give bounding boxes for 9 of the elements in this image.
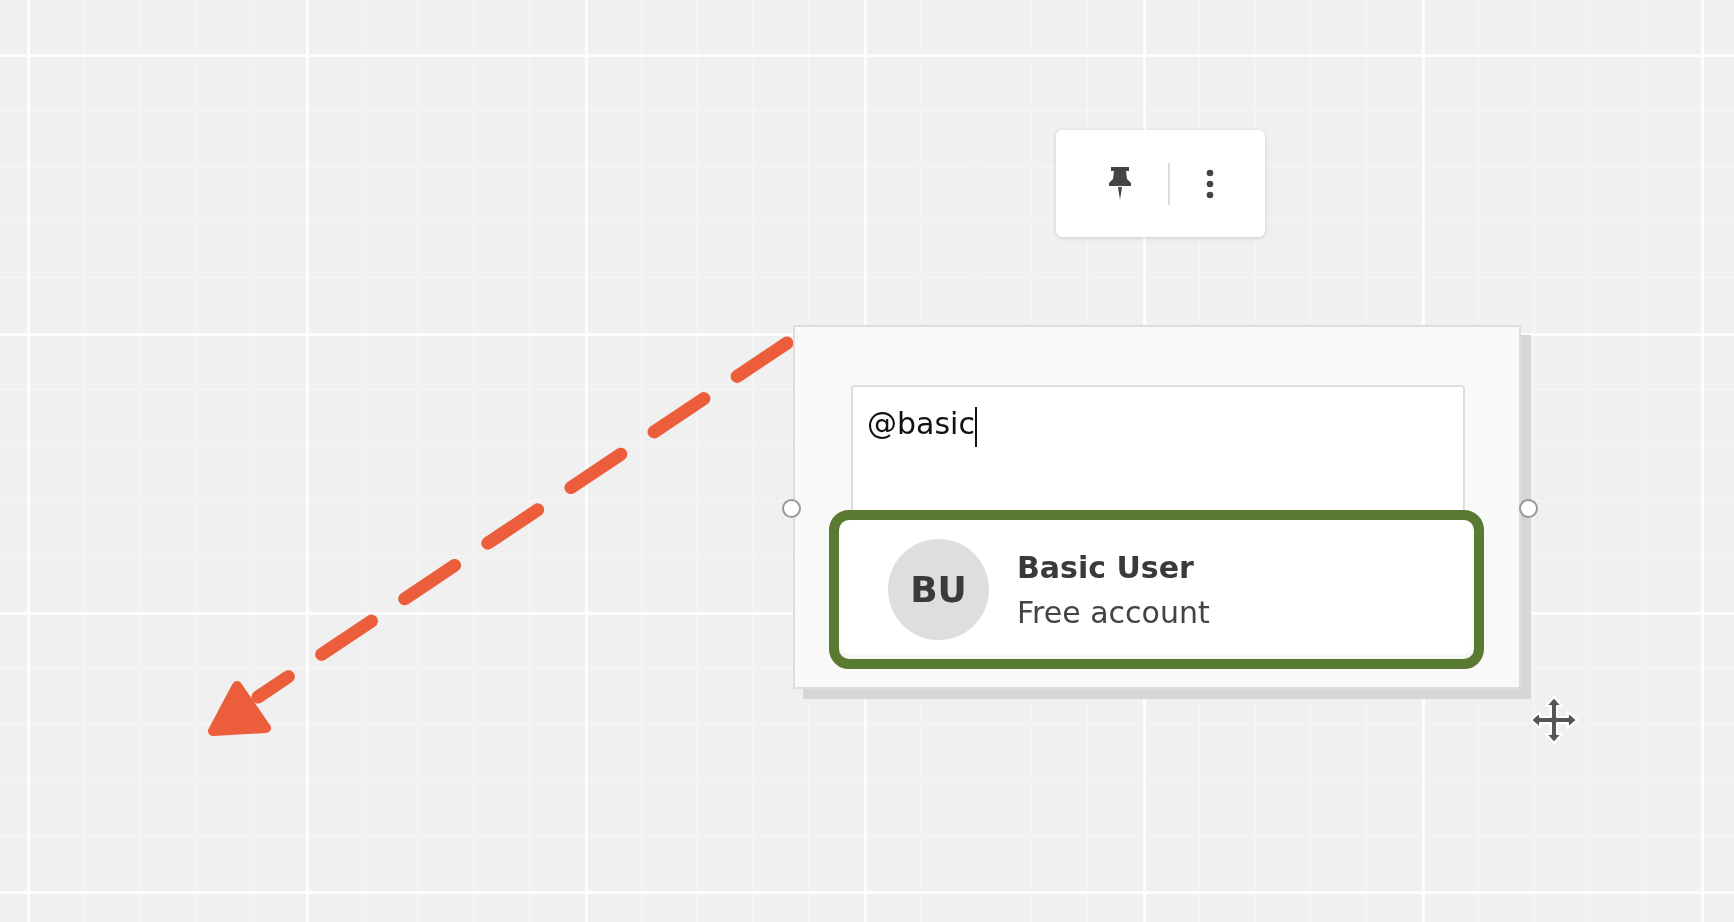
dashed-arrow[interactable]: [208, 336, 794, 736]
text-cursor: [974, 407, 977, 447]
more-icon: [1205, 168, 1214, 199]
account-type: Free account: [1017, 594, 1210, 630]
avatar: BU: [888, 539, 989, 640]
user-suggestion[interactable]: BU Basic User Free account: [829, 510, 1484, 669]
input-text: @basic: [867, 405, 975, 443]
user-name: Basic User: [1017, 549, 1195, 585]
move-icon[interactable]: [1530, 696, 1578, 744]
